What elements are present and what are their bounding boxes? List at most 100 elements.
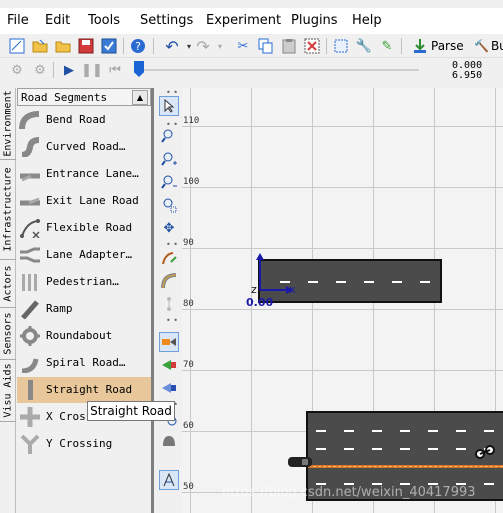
pause-icon[interactable]: ❚❚ (81, 61, 103, 79)
trajectory-center-marking (308, 466, 503, 467)
wrench-icon[interactable]: 🔧 (355, 37, 373, 55)
grid-line (182, 126, 503, 127)
lane-marking (316, 448, 326, 450)
palette-item-exit-lane-road[interactable]: Exit Lane Road (17, 188, 151, 214)
lane-marking (456, 430, 466, 432)
parse-button[interactable]: Parse (412, 37, 464, 55)
lane-marking (484, 483, 494, 485)
scroll-up-icon[interactable]: ▲ (132, 90, 148, 105)
palette-item-straight-road[interactable]: Straight Road (17, 377, 151, 403)
lane-adapter-icon (20, 247, 40, 263)
select-pointer-icon[interactable] (159, 96, 179, 116)
redo-dropdown-icon[interactable]: ▾ (211, 37, 229, 55)
cut-icon[interactable]: ✂ (234, 37, 252, 55)
select-all-icon[interactable] (332, 37, 350, 55)
scene-canvas[interactable]: 110 100 90 80 70 60 50 z x 0.00 (182, 88, 503, 513)
palette-category-label: Road Segments (21, 91, 108, 104)
lidar-sensor-icon[interactable] (159, 378, 179, 398)
radar-sensor-icon[interactable] (159, 355, 179, 375)
menu-tools[interactable]: Tools (88, 13, 120, 28)
palette-item-entrance-lane[interactable]: Entrance Lane… (17, 161, 151, 187)
palette-item-flexible-road[interactable]: Flexible Road (17, 215, 151, 241)
lane-marking (400, 430, 410, 432)
lane-marking (308, 281, 318, 283)
build-label: Bu (490, 39, 503, 53)
tab-environment[interactable]: Environment (0, 88, 16, 160)
menu-plugins[interactable]: Plugins (291, 13, 338, 28)
menu-settings[interactable]: Settings (140, 13, 193, 28)
toolbar-separator (123, 38, 124, 54)
delete-icon[interactable] (303, 37, 321, 55)
draw-road-icon[interactable] (159, 248, 179, 268)
pencil-icon[interactable]: ✎ (378, 37, 396, 55)
palette-divider (151, 88, 154, 513)
total-time: 6.950 (452, 70, 483, 81)
palette-item-lane-adapter[interactable]: Lane Adapter… (17, 242, 151, 268)
tab-visu-aids[interactable]: Visu Aids (0, 360, 16, 422)
play-icon[interactable]: ▶ (60, 61, 78, 79)
connect-icon[interactable] (159, 294, 179, 314)
y-axis-label: 110 (183, 116, 200, 126)
zoom-in-icon[interactable] (159, 149, 179, 169)
library-tabs: Environment Infrastructure Actors Sensor… (0, 88, 16, 513)
help-icon[interactable]: ? (129, 37, 147, 55)
lane-marking (372, 448, 382, 450)
palette-item-roundabout[interactable]: Roundabout (17, 323, 151, 349)
menu-help[interactable]: Help (352, 13, 382, 28)
experiment-icon[interactable]: ⚙ (8, 61, 26, 79)
lane-marking (316, 430, 326, 432)
pedestrian-crossing-icon (22, 274, 37, 291)
menu-experiment[interactable]: Experiment (206, 13, 281, 28)
save-as-icon[interactable] (100, 37, 118, 55)
toolbar-separator (53, 62, 54, 78)
lane-marking (364, 281, 374, 283)
palette-item-pedestrian[interactable]: Pedestrian… (17, 269, 151, 295)
experiment-settings-icon[interactable]: ⚙ (31, 61, 49, 79)
spiral-road-icon (21, 358, 39, 373)
build-button[interactable]: 🔨 Bu (474, 37, 503, 55)
origin-value: 0.00 (246, 296, 274, 309)
curved-road-icon (21, 137, 40, 157)
zoom-out-icon[interactable] (159, 172, 179, 192)
tab-actors[interactable]: Actors (0, 260, 16, 308)
camera-sensor-icon[interactable] (159, 332, 179, 352)
toolbar-separator (326, 38, 327, 54)
palette-category-select[interactable]: Road Segments ▲ (17, 88, 151, 106)
roundabout-icon (20, 326, 40, 346)
hammer-icon: 🔨 (474, 39, 489, 53)
new-icon[interactable] (8, 37, 26, 55)
pan-icon[interactable]: ✥ (159, 218, 179, 238)
menu-edit[interactable]: Edit (45, 13, 70, 28)
copy-icon[interactable] (257, 37, 275, 55)
y-axis-label: 100 (183, 177, 200, 187)
palette-item-ramp[interactable]: Ramp (17, 296, 151, 322)
zoom-region-icon[interactable] (159, 195, 179, 215)
measure-icon[interactable] (159, 470, 179, 490)
open-icon[interactable] (31, 37, 49, 55)
curve-road-icon[interactable] (159, 271, 179, 291)
lane-marking (428, 430, 438, 432)
palette-item-bend-road[interactable]: Bend Road (17, 107, 151, 133)
vehicle-icon[interactable] (472, 442, 498, 464)
zoom-icon[interactable] (159, 126, 179, 146)
timeline-track[interactable] (134, 69, 419, 71)
open-folder-icon[interactable] (54, 37, 72, 55)
tab-sensors[interactable]: Sensors (0, 308, 16, 360)
tab-infrastructure[interactable]: Infrastructure (0, 160, 16, 260)
lane-marking (420, 281, 430, 283)
lane-marking (484, 430, 494, 432)
palette-item-curved-road[interactable]: Curved Road… (17, 134, 151, 160)
grid-line (182, 309, 503, 310)
undo-icon[interactable]: ↶ (163, 37, 181, 56)
vehicle-icon[interactable] (286, 454, 316, 470)
redo-icon[interactable]: ↷ (194, 37, 212, 56)
paste-icon[interactable] (280, 37, 298, 55)
entrance-lane-icon (20, 173, 40, 182)
rewind-icon[interactable]: ⏮ (106, 61, 124, 79)
menu-file[interactable]: File (7, 13, 29, 28)
palette-item-y-crossing[interactable]: Y Crossing (17, 431, 151, 457)
palette-item-spiral-road[interactable]: Spiral Road… (17, 350, 151, 376)
save-icon[interactable] (77, 37, 95, 55)
dome-icon[interactable] (159, 431, 179, 451)
lane-marking (456, 448, 466, 450)
